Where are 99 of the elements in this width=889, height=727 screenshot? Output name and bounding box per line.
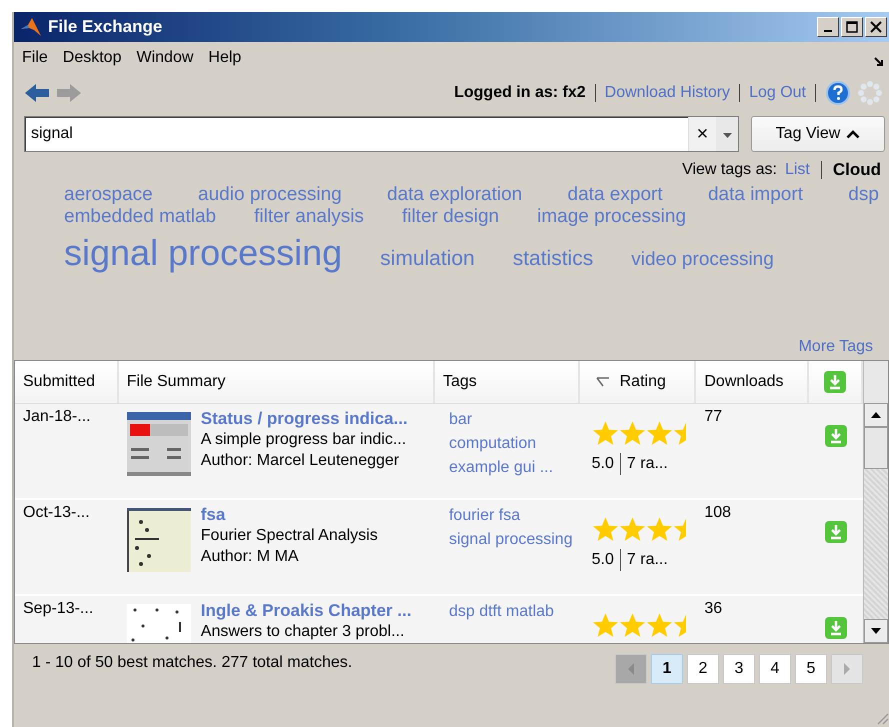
page-button[interactable]: 1 (651, 654, 683, 684)
page-button[interactable]: 5 (795, 654, 827, 684)
up-arrow-icon (870, 411, 882, 419)
minimize-icon (824, 30, 832, 32)
file-author: Author: M MA (200, 547, 300, 567)
account-link[interactable]: Download History (604, 84, 730, 102)
tag-link[interactable]: simulation (380, 247, 475, 271)
star-icon (592, 612, 619, 639)
next-page-button[interactable] (831, 654, 863, 684)
file-summary: A simple progress bar indic... (200, 430, 408, 450)
column-header[interactable]: Downloads (696, 361, 810, 403)
search-field[interactable]: signal × (24, 116, 739, 152)
clear-button[interactable]: × (688, 117, 716, 151)
column-header[interactable]: Submitted (15, 361, 119, 403)
view-option-link[interactable]: List (784, 161, 810, 179)
tag-link[interactable]: data exploration (387, 184, 522, 206)
tag-link[interactable]: dsp (848, 184, 879, 206)
tag-link[interactable]: audio processing (198, 184, 342, 206)
resize-grip-icon[interactable] (875, 711, 889, 725)
more-tags-link[interactable]: More Tags (798, 338, 873, 356)
rating-value: 5.0 (592, 455, 614, 473)
menu-item[interactable]: Window (132, 49, 200, 67)
tag-link[interactable]: data import (708, 184, 803, 206)
maximize-button[interactable] (841, 17, 863, 37)
rating-value: 5.0 (592, 551, 614, 569)
tag-link[interactable]: aerospace (64, 184, 153, 206)
file-author: Author: Marcel Leutenegger (200, 451, 400, 471)
column-header[interactable]: File Summary (118, 361, 435, 403)
previous-page-button[interactable] (615, 654, 647, 684)
view-tags-label: View tags as: (682, 161, 777, 179)
menu-item[interactable]: File (18, 49, 55, 67)
page-button[interactable]: 3 (723, 654, 755, 684)
logo-icon (20, 16, 42, 38)
caret-down-icon (722, 132, 732, 138)
tag-view-button[interactable]: Tag View (751, 116, 885, 152)
tag-link[interactable]: example gui ... (448, 456, 572, 480)
tag-link[interactable]: dsp dtft matlab (448, 600, 572, 624)
star-icon (592, 420, 619, 447)
tag-link[interactable]: signal processing (64, 232, 342, 274)
file-summary: Answers to chapter 3 probl... (200, 622, 406, 642)
download-count: 36 (704, 600, 722, 617)
download-count: 108 (704, 504, 732, 521)
account-link[interactable]: Log Out (749, 84, 806, 102)
help-icon[interactable] (825, 80, 851, 106)
download-icon[interactable] (824, 520, 848, 544)
rating-count: 7 ra... (626, 551, 668, 569)
loading-spinner-icon (857, 80, 883, 106)
download-icon[interactable] (824, 424, 848, 448)
logged-in-label: Logged in as: fx2 (454, 84, 586, 102)
back-arrow-icon[interactable] (24, 82, 50, 104)
download-count: 77 (704, 408, 722, 425)
file-title-link[interactable]: Ingle & Proakis Chapter ... (200, 600, 412, 621)
date-cell: Oct-13-... (23, 504, 90, 521)
star-icon (618, 612, 646, 639)
maximize-icon (845, 20, 859, 34)
date-cell: Jan-18-... (23, 408, 91, 425)
dropdown-button[interactable] (716, 117, 738, 151)
close-icon (869, 20, 883, 34)
file-title-link[interactable]: fsa (200, 504, 378, 525)
window-title: File Exchange (48, 17, 162, 37)
left-arrow-icon (627, 662, 635, 676)
tag-link[interactable]: embedded matlab (64, 206, 216, 228)
forward-arrow-icon[interactable] (56, 82, 82, 104)
tag-link[interactable]: computation (448, 432, 572, 456)
close-button[interactable] (865, 17, 887, 37)
chevron-up-icon (846, 129, 860, 139)
download-icon[interactable] (823, 370, 848, 394)
download-icon[interactable] (824, 616, 848, 640)
menu-item[interactable]: Help (204, 49, 248, 67)
file-summary: Fourier Spectral Analysis (200, 526, 378, 546)
results-summary: 1 - 10 of 50 best matches. 277 total matches. (32, 654, 352, 672)
minimize-button[interactable] (817, 17, 839, 37)
sort-icon (596, 377, 610, 387)
page-button[interactable]: 2 (687, 654, 719, 684)
date-cell: Sep-13-... (23, 600, 94, 617)
rating-count: 7 ra... (626, 455, 668, 473)
column-header[interactable]: Rating (580, 361, 696, 403)
tag-link[interactable]: fourier fsa (448, 504, 572, 528)
tag-link[interactable]: video processing (631, 249, 774, 271)
undock-arrow-icon[interactable] (873, 56, 885, 68)
star-icon (592, 516, 619, 543)
tag-link[interactable]: data export (568, 184, 663, 206)
tag-link[interactable]: statistics (512, 247, 594, 271)
tag-link[interactable]: signal processing (448, 528, 572, 552)
star-icon (618, 420, 646, 447)
scroll-thumb[interactable] (864, 427, 888, 469)
column-header[interactable]: Tags (434, 361, 580, 403)
menu-item[interactable]: Desktop (58, 49, 128, 67)
down-arrow-icon (870, 627, 882, 635)
tag-link[interactable]: filter design (402, 206, 500, 228)
tag-link[interactable]: bar (448, 408, 572, 432)
scrollbar[interactable] (863, 361, 888, 643)
page-button[interactable]: 4 (759, 654, 791, 684)
tag-link[interactable]: filter analysis (254, 206, 364, 228)
view-option-link[interactable]: Cloud (832, 160, 881, 180)
tag-link[interactable]: image processing (537, 206, 686, 228)
file-title-link[interactable]: Status / progress indica... (200, 408, 408, 429)
right-arrow-icon (843, 662, 851, 676)
star-icon (618, 516, 646, 543)
